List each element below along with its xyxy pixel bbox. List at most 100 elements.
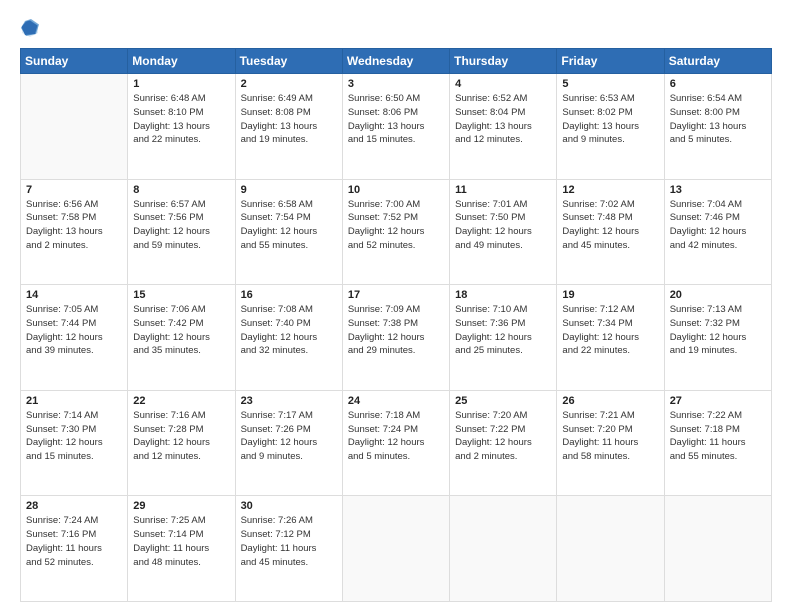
calendar-cell: 23 Sunrise: 7:17 AM Sunset: 7:26 PM Dayli… <box>235 390 342 496</box>
calendar-header: SundayMondayTuesdayWednesdayThursdayFrid… <box>21 49 772 74</box>
weekday-header-thursday: Thursday <box>450 49 557 74</box>
day-number: 13 <box>670 184 766 196</box>
day-number: 6 <box>670 78 766 90</box>
day-info: Sunrise: 7:09 AM Sunset: 7:38 PM Dayligh… <box>348 303 444 358</box>
day-number: 8 <box>133 184 229 196</box>
day-number: 26 <box>562 395 658 407</box>
day-number: 1 <box>133 78 229 90</box>
day-info: Sunrise: 7:22 AM Sunset: 7:18 PM Dayligh… <box>670 409 766 464</box>
weekday-header-saturday: Saturday <box>664 49 771 74</box>
day-info: Sunrise: 6:57 AM Sunset: 7:56 PM Dayligh… <box>133 198 229 253</box>
day-info: Sunrise: 6:50 AM Sunset: 8:06 PM Dayligh… <box>348 92 444 147</box>
calendar-cell: 26 Sunrise: 7:21 AM Sunset: 7:20 PM Dayli… <box>557 390 664 496</box>
day-info: Sunrise: 6:52 AM Sunset: 8:04 PM Dayligh… <box>455 92 551 147</box>
day-number: 9 <box>241 184 337 196</box>
day-info: Sunrise: 7:06 AM Sunset: 7:42 PM Dayligh… <box>133 303 229 358</box>
calendar-cell <box>557 496 664 602</box>
day-number: 27 <box>670 395 766 407</box>
day-info: Sunrise: 7:18 AM Sunset: 7:24 PM Dayligh… <box>348 409 444 464</box>
day-info: Sunrise: 7:14 AM Sunset: 7:30 PM Dayligh… <box>26 409 122 464</box>
day-number: 12 <box>562 184 658 196</box>
calendar-cell: 13Sunrise: 7:04 AM Sunset: 7:46 PM Dayli… <box>664 179 771 285</box>
day-number: 25 <box>455 395 551 407</box>
day-info: Sunrise: 7:12 AM Sunset: 7:34 PM Dayligh… <box>562 303 658 358</box>
calendar-cell: 8 Sunrise: 6:57 AM Sunset: 7:56 PM Daylig… <box>128 179 235 285</box>
day-info: Sunrise: 7:00 AM Sunset: 7:52 PM Dayligh… <box>348 198 444 253</box>
day-info: Sunrise: 7:26 AM Sunset: 7:12 PM Dayligh… <box>241 514 337 569</box>
day-info: Sunrise: 6:58 AM Sunset: 7:54 PM Dayligh… <box>241 198 337 253</box>
day-number: 15 <box>133 289 229 301</box>
day-number: 10 <box>348 184 444 196</box>
day-number: 18 <box>455 289 551 301</box>
day-info: Sunrise: 6:48 AM Sunset: 8:10 PM Dayligh… <box>133 92 229 147</box>
calendar-cell: 10 Sunrise: 7:00 AM Sunset: 7:52 PM Dayli… <box>342 179 449 285</box>
day-number: 16 <box>241 289 337 301</box>
day-info: Sunrise: 7:16 AM Sunset: 7:28 PM Dayligh… <box>133 409 229 464</box>
day-info: Sunrise: 7:25 AM Sunset: 7:14 PM Dayligh… <box>133 514 229 569</box>
day-info: Sunrise: 6:56 AM Sunset: 7:58 PM Dayligh… <box>26 198 122 253</box>
calendar-cell: 29 Sunrise: 7:25 AM Sunset: 7:14 PM Dayli… <box>128 496 235 602</box>
calendar-cell: 9 Sunrise: 6:58 AM Sunset: 7:54 PM Daylig… <box>235 179 342 285</box>
calendar-cell: 7 Sunrise: 6:56 AM Sunset: 7:58 PM Daylig… <box>21 179 128 285</box>
day-number: 7 <box>26 184 122 196</box>
calendar-cell: 19 Sunrise: 7:12 AM Sunset: 7:34 PM Dayli… <box>557 285 664 391</box>
calendar-week-row: 7 Sunrise: 6:56 AM Sunset: 7:58 PM Daylig… <box>21 179 772 285</box>
day-info: Sunrise: 6:53 AM Sunset: 8:02 PM Dayligh… <box>562 92 658 147</box>
calendar-cell <box>342 496 449 602</box>
calendar-cell: 18Sunrise: 7:10 AM Sunset: 7:36 PM Dayli… <box>450 285 557 391</box>
day-number: 24 <box>348 395 444 407</box>
calendar-week-row: 21 Sunrise: 7:14 AM Sunset: 7:30 PM Dayli… <box>21 390 772 496</box>
calendar-cell: 5 Sunrise: 6:53 AM Sunset: 8:02 PM Daylig… <box>557 74 664 180</box>
weekday-header-friday: Friday <box>557 49 664 74</box>
calendar-cell: 17 Sunrise: 7:09 AM Sunset: 7:38 PM Dayli… <box>342 285 449 391</box>
calendar-cell: 20Sunrise: 7:13 AM Sunset: 7:32 PM Dayli… <box>664 285 771 391</box>
calendar-week-row: 1 Sunrise: 6:48 AM Sunset: 8:10 PM Daylig… <box>21 74 772 180</box>
calendar-cell: 14Sunrise: 7:05 AM Sunset: 7:44 PM Dayli… <box>21 285 128 391</box>
day-info: Sunrise: 7:20 AM Sunset: 7:22 PM Dayligh… <box>455 409 551 464</box>
calendar-cell <box>450 496 557 602</box>
calendar-week-row: 14Sunrise: 7:05 AM Sunset: 7:44 PM Dayli… <box>21 285 772 391</box>
day-info: Sunrise: 7:05 AM Sunset: 7:44 PM Dayligh… <box>26 303 122 358</box>
day-info: Sunrise: 7:21 AM Sunset: 7:20 PM Dayligh… <box>562 409 658 464</box>
day-number: 17 <box>348 289 444 301</box>
calendar-cell: 30 Sunrise: 7:26 AM Sunset: 7:12 PM Dayli… <box>235 496 342 602</box>
calendar-cell: 11 Sunrise: 7:01 AM Sunset: 7:50 PM Dayli… <box>450 179 557 285</box>
calendar-cell: 25 Sunrise: 7:20 AM Sunset: 7:22 PM Dayli… <box>450 390 557 496</box>
day-number: 23 <box>241 395 337 407</box>
calendar-cell: 21 Sunrise: 7:14 AM Sunset: 7:30 PM Dayli… <box>21 390 128 496</box>
day-number: 2 <box>241 78 337 90</box>
day-number: 5 <box>562 78 658 90</box>
day-info: Sunrise: 7:08 AM Sunset: 7:40 PM Dayligh… <box>241 303 337 358</box>
day-info: Sunrise: 7:01 AM Sunset: 7:50 PM Dayligh… <box>455 198 551 253</box>
day-info: Sunrise: 6:49 AM Sunset: 8:08 PM Dayligh… <box>241 92 337 147</box>
calendar-cell: 12 Sunrise: 7:02 AM Sunset: 7:48 PM Dayli… <box>557 179 664 285</box>
weekday-header-row: SundayMondayTuesdayWednesdayThursdayFrid… <box>21 49 772 74</box>
day-number: 4 <box>455 78 551 90</box>
logo <box>20 18 42 38</box>
day-number: 30 <box>241 500 337 512</box>
day-number: 11 <box>455 184 551 196</box>
logo-icon <box>20 18 40 38</box>
calendar-cell: 6 Sunrise: 6:54 AM Sunset: 8:00 PM Daylig… <box>664 74 771 180</box>
day-number: 19 <box>562 289 658 301</box>
day-info: Sunrise: 7:17 AM Sunset: 7:26 PM Dayligh… <box>241 409 337 464</box>
day-number: 29 <box>133 500 229 512</box>
calendar-cell: 27 Sunrise: 7:22 AM Sunset: 7:18 PM Dayli… <box>664 390 771 496</box>
calendar-week-row: 28Sunrise: 7:24 AM Sunset: 7:16 PM Dayli… <box>21 496 772 602</box>
day-number: 22 <box>133 395 229 407</box>
calendar-cell: 3 Sunrise: 6:50 AM Sunset: 8:06 PM Daylig… <box>342 74 449 180</box>
calendar-cell: 4 Sunrise: 6:52 AM Sunset: 8:04 PM Daylig… <box>450 74 557 180</box>
calendar-table: SundayMondayTuesdayWednesdayThursdayFrid… <box>20 48 772 602</box>
weekday-header-monday: Monday <box>128 49 235 74</box>
calendar-cell: 22 Sunrise: 7:16 AM Sunset: 7:28 PM Dayli… <box>128 390 235 496</box>
day-number: 3 <box>348 78 444 90</box>
calendar-cell <box>21 74 128 180</box>
calendar-body: 1 Sunrise: 6:48 AM Sunset: 8:10 PM Daylig… <box>21 74 772 602</box>
day-number: 20 <box>670 289 766 301</box>
calendar-cell: 15 Sunrise: 7:06 AM Sunset: 7:42 PM Dayli… <box>128 285 235 391</box>
day-info: Sunrise: 7:02 AM Sunset: 7:48 PM Dayligh… <box>562 198 658 253</box>
day-info: Sunrise: 6:54 AM Sunset: 8:00 PM Dayligh… <box>670 92 766 147</box>
calendar-cell: 2 Sunrise: 6:49 AM Sunset: 8:08 PM Daylig… <box>235 74 342 180</box>
calendar-cell <box>664 496 771 602</box>
day-number: 21 <box>26 395 122 407</box>
